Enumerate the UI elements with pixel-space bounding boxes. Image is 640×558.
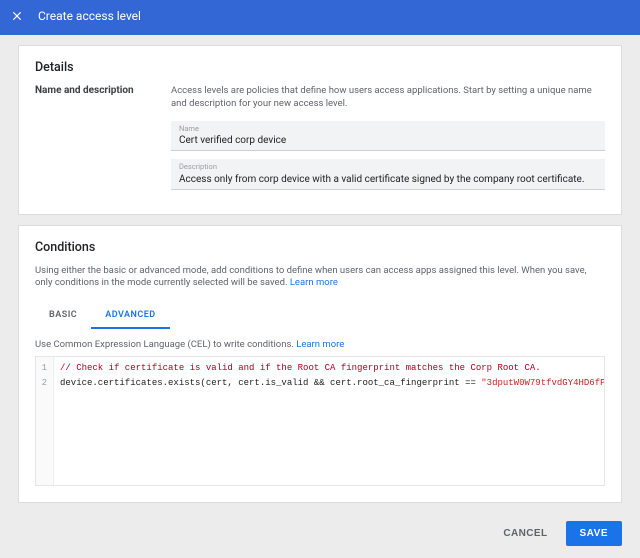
- cancel-button[interactable]: CANCEL: [497, 522, 553, 545]
- description-field[interactable]: Description Access only from corp device…: [171, 159, 605, 190]
- details-side-label: Name and description: [35, 85, 153, 198]
- top-bar: Create access level: [0, 0, 640, 32]
- code-line-2-string: "3dputW0W79tfvdGY4HD6fPm6VNzlG+x0TRVFvtQ…: [481, 378, 604, 388]
- name-field-label: Name: [179, 125, 597, 133]
- mode-tabs: BASIC ADVANCED: [35, 302, 605, 329]
- conditions-learn-more-link[interactable]: Learn more: [290, 277, 338, 288]
- details-blurb: Access levels are policies that define h…: [171, 85, 605, 111]
- close-icon[interactable]: [10, 9, 24, 23]
- name-field-value: Cert verified corp device: [179, 134, 597, 147]
- tab-advanced[interactable]: ADVANCED: [91, 302, 170, 328]
- editor-code: // Check if certificate is valid and if …: [54, 357, 604, 485]
- cel-editor[interactable]: 12 // Check if certificate is valid and …: [35, 356, 605, 486]
- tab-basic[interactable]: BASIC: [35, 302, 91, 328]
- cel-note: Use Common Expression Language (CEL) to …: [35, 339, 605, 350]
- description-field-value: Access only from corp device with a vali…: [179, 173, 597, 186]
- cel-learn-more-link[interactable]: Learn more: [296, 339, 344, 350]
- editor-gutter: 12: [36, 357, 54, 485]
- cel-note-text: Use Common Expression Language (CEL) to …: [35, 339, 296, 350]
- page-title: Create access level: [38, 9, 141, 23]
- conditions-blurb: Using either the basic or advanced mode,…: [35, 265, 605, 291]
- save-button[interactable]: SAVE: [566, 521, 623, 546]
- conditions-heading: Conditions: [35, 240, 605, 255]
- details-card: Details Name and description Access leve…: [18, 45, 622, 215]
- description-field-label: Description: [179, 163, 597, 171]
- details-heading: Details: [35, 60, 605, 75]
- name-field[interactable]: Name Cert verified corp device: [171, 121, 605, 152]
- code-line-2a: device.certificates.exists(cert, cert.is…: [60, 378, 481, 388]
- code-line-1: // Check if certificate is valid and if …: [60, 363, 541, 373]
- conditions-card: Conditions Using either the basic or adv…: [18, 225, 622, 504]
- code-line-2: device.certificates.exists(cert, cert.is…: [60, 378, 604, 388]
- footer-actions: CANCEL SAVE: [0, 513, 640, 558]
